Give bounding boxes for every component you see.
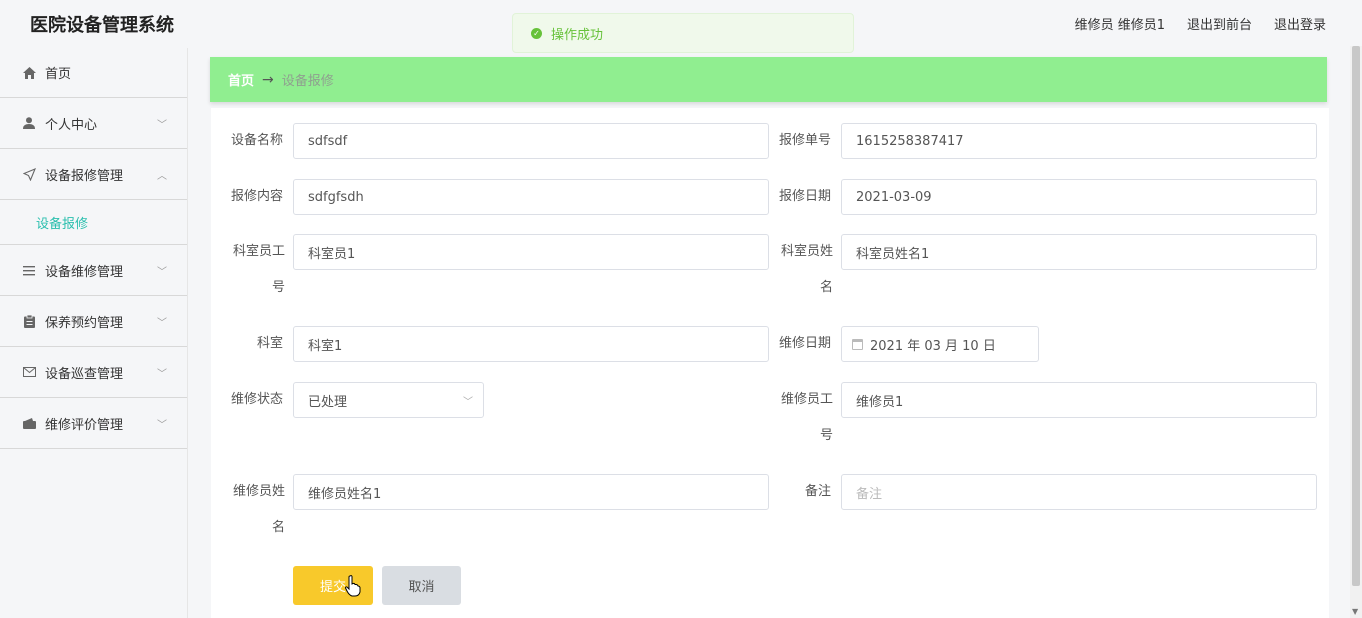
- staff-id-input[interactable]: 科室员1: [293, 234, 769, 270]
- repair-content-label: 报修内容: [230, 189, 283, 204]
- device-name-input[interactable]: sdfsdf: [293, 123, 769, 159]
- staff-name-label: 科室员姓名: [780, 244, 833, 295]
- repair-content-input[interactable]: sdfgfsdh: [293, 179, 769, 215]
- staff-name-input[interactable]: 科室员姓名1: [841, 234, 1317, 270]
- repair-no-label: 报修单号: [778, 133, 831, 148]
- remark-input[interactable]: 备注: [841, 474, 1317, 510]
- sidebar-item-profile[interactable]: 个人中心 ﹀: [0, 98, 187, 149]
- maint-date-label: 维修日期: [778, 336, 831, 351]
- logout-link[interactable]: 退出登录: [1274, 14, 1326, 33]
- status-select[interactable]: 已处理 ﹀: [293, 382, 484, 418]
- repair-date-label: 报修日期: [778, 189, 831, 204]
- scroll-down-icon[interactable]: ▼: [1352, 607, 1358, 616]
- sidebar: 首页 个人中心 ﹀ 设备报修管理 ︿ 设备报修 设备维修管理 ﹀ 保养预约管理 …: [0, 48, 188, 618]
- hand-cursor-icon: [345, 575, 361, 597]
- chevron-down-icon: ﹀: [157, 267, 167, 278]
- tech-id-label: 维修员工号: [780, 392, 833, 443]
- mail-icon: [22, 365, 36, 379]
- maint-date-value: 2021 年 03 月 10 日: [870, 338, 996, 354]
- repair-no-input[interactable]: 1615258387417: [841, 123, 1317, 159]
- sidebar-subitem-repair[interactable]: 设备报修: [0, 200, 187, 245]
- send-icon: [22, 167, 36, 181]
- toast-message: 操作成功: [551, 27, 604, 43]
- repair-form: 设备名称 sdfsdf 报修单号 1615258387417 报修内容 sdfg…: [211, 108, 1329, 618]
- dept-input[interactable]: 科室1: [293, 326, 769, 362]
- success-toast: ✓ 操作成功: [512, 13, 854, 53]
- tech-name-input[interactable]: 维修员姓名1: [293, 474, 769, 510]
- breadcrumb: 首页 → 设备报修: [210, 57, 1327, 102]
- clipboard-icon: [22, 314, 36, 328]
- dept-label: 科室: [256, 336, 283, 351]
- sidebar-item-home[interactable]: 首页: [0, 48, 187, 98]
- chevron-up-icon: ︿: [157, 171, 167, 182]
- header-actions: 维修员 维修员1 退出到前台 退出登录: [1075, 14, 1326, 33]
- front-link[interactable]: 退出到前台: [1187, 14, 1252, 33]
- home-icon: [22, 66, 36, 80]
- current-user: 维修员 维修员1: [1074, 18, 1165, 33]
- chevron-down-icon: ﹀: [157, 120, 167, 131]
- device-name-label: 设备名称: [230, 133, 283, 148]
- sidebar-item-inspection[interactable]: 设备巡查管理 ﹀: [0, 347, 187, 398]
- remark-label: 备注: [804, 484, 831, 499]
- status-value: 已处理: [308, 394, 348, 410]
- list-icon: [22, 263, 36, 277]
- chevron-down-icon: ﹀: [157, 420, 167, 431]
- tech-id-input[interactable]: 维修员1: [841, 382, 1317, 418]
- maint-date-picker[interactable]: 2021 年 03 月 10 日: [841, 326, 1039, 362]
- app-title: 医院设备管理系统: [30, 15, 174, 36]
- staff-id-label: 科室员工号: [232, 244, 285, 295]
- status-label: 维修状态: [230, 392, 283, 407]
- check-circle-icon: ✓: [531, 27, 542, 39]
- scrollbar-thumb[interactable]: [1352, 46, 1360, 586]
- page-scrollbar[interactable]: ▼: [1350, 46, 1362, 618]
- breadcrumb-separator: →: [262, 71, 274, 88]
- repair-date-input[interactable]: 2021-03-09: [841, 179, 1317, 215]
- chevron-down-icon: ﹀: [157, 369, 167, 380]
- submit-button[interactable]: 提交: [293, 566, 373, 605]
- calendar-icon: [852, 338, 863, 350]
- chevron-down-icon: ﹀: [157, 318, 167, 329]
- tech-name-label: 维修员姓名: [232, 484, 285, 535]
- breadcrumb-home[interactable]: 首页: [228, 70, 254, 89]
- breadcrumb-current: 设备报修: [281, 74, 334, 89]
- sidebar-item-maintenance[interactable]: 设备维修管理 ﹀: [0, 245, 187, 296]
- sidebar-item-upkeep[interactable]: 保养预约管理 ﹀: [0, 296, 187, 347]
- sidebar-item-repair-request[interactable]: 设备报修管理 ︿: [0, 149, 187, 200]
- user-icon: [22, 116, 36, 130]
- chevron-down-icon: ﹀: [463, 397, 473, 408]
- sidebar-item-evaluation[interactable]: 维修评价管理 ﹀: [0, 398, 187, 449]
- cancel-button[interactable]: 取消: [382, 566, 461, 605]
- wallet-icon: [22, 416, 36, 430]
